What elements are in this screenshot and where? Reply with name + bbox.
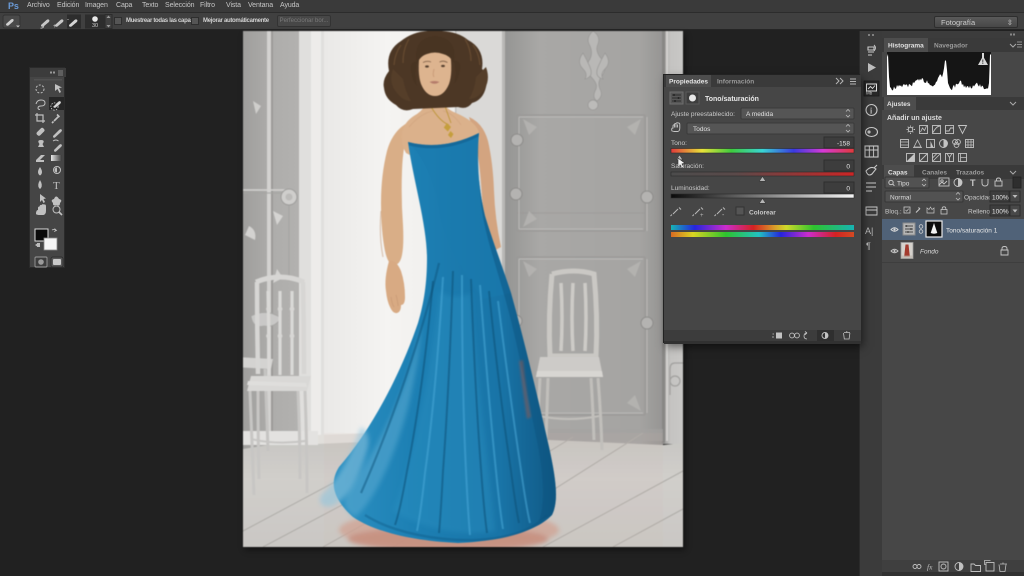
- svg-text:30: 30: [92, 23, 98, 29]
- svg-text:T: T: [970, 178, 976, 188]
- svg-text:Histograma: Histograma: [888, 43, 924, 50]
- svg-text:Ajustes: Ajustes: [887, 101, 911, 108]
- svg-text:100%: 100%: [992, 209, 1009, 216]
- svg-text:¶: ¶: [866, 241, 871, 251]
- svg-text:Todos: Todos: [693, 126, 711, 133]
- svg-text:Tono/saturación 1: Tono/saturación 1: [946, 228, 998, 235]
- svg-text:Añadir un ajuste: Añadir un ajuste: [887, 115, 942, 122]
- svg-text:Información: Información: [717, 79, 754, 86]
- svg-text:-158: -158: [837, 141, 850, 148]
- svg-text:Mb: Mb: [866, 91, 873, 96]
- svg-text:Relleno:: Relleno:: [968, 209, 992, 216]
- svg-text:+: +: [700, 213, 704, 219]
- svg-text:fx: fx: [927, 563, 933, 572]
- svg-text:Opacidad:: Opacidad:: [964, 195, 994, 202]
- svg-text:+: +: [53, 24, 57, 30]
- svg-text:100%: 100%: [992, 195, 1009, 202]
- svg-text:A medida: A medida: [746, 111, 773, 118]
- svg-text:Propiedades: Propiedades: [669, 79, 708, 86]
- svg-text:Luminosidad:: Luminosidad:: [671, 185, 710, 192]
- svg-text:Tipo: Tipo: [897, 181, 910, 188]
- svg-text:0: 0: [846, 186, 850, 193]
- svg-text:Normal: Normal: [890, 195, 912, 202]
- svg-text:0: 0: [846, 164, 850, 171]
- svg-text:-: -: [67, 17, 69, 23]
- svg-text:Navegador: Navegador: [934, 43, 968, 50]
- svg-text:T: T: [53, 180, 60, 192]
- svg-text:Colorear: Colorear: [749, 210, 776, 217]
- svg-text:Ajuste preestablecido:: Ajuste preestablecido:: [671, 111, 735, 118]
- svg-text:Saturación:: Saturación:: [671, 163, 704, 170]
- svg-text:Trazados: Trazados: [956, 170, 985, 177]
- svg-text:!: !: [982, 59, 984, 66]
- svg-text:Capas: Capas: [888, 170, 908, 177]
- svg-text:Bloq.:: Bloq.:: [885, 209, 902, 216]
- svg-text:A|: A|: [865, 226, 873, 236]
- svg-text:Canales: Canales: [922, 170, 947, 177]
- svg-text:Tono/saturación: Tono/saturación: [705, 96, 759, 103]
- svg-text:Tono:: Tono:: [671, 140, 687, 147]
- svg-text:Fondo: Fondo: [920, 249, 939, 256]
